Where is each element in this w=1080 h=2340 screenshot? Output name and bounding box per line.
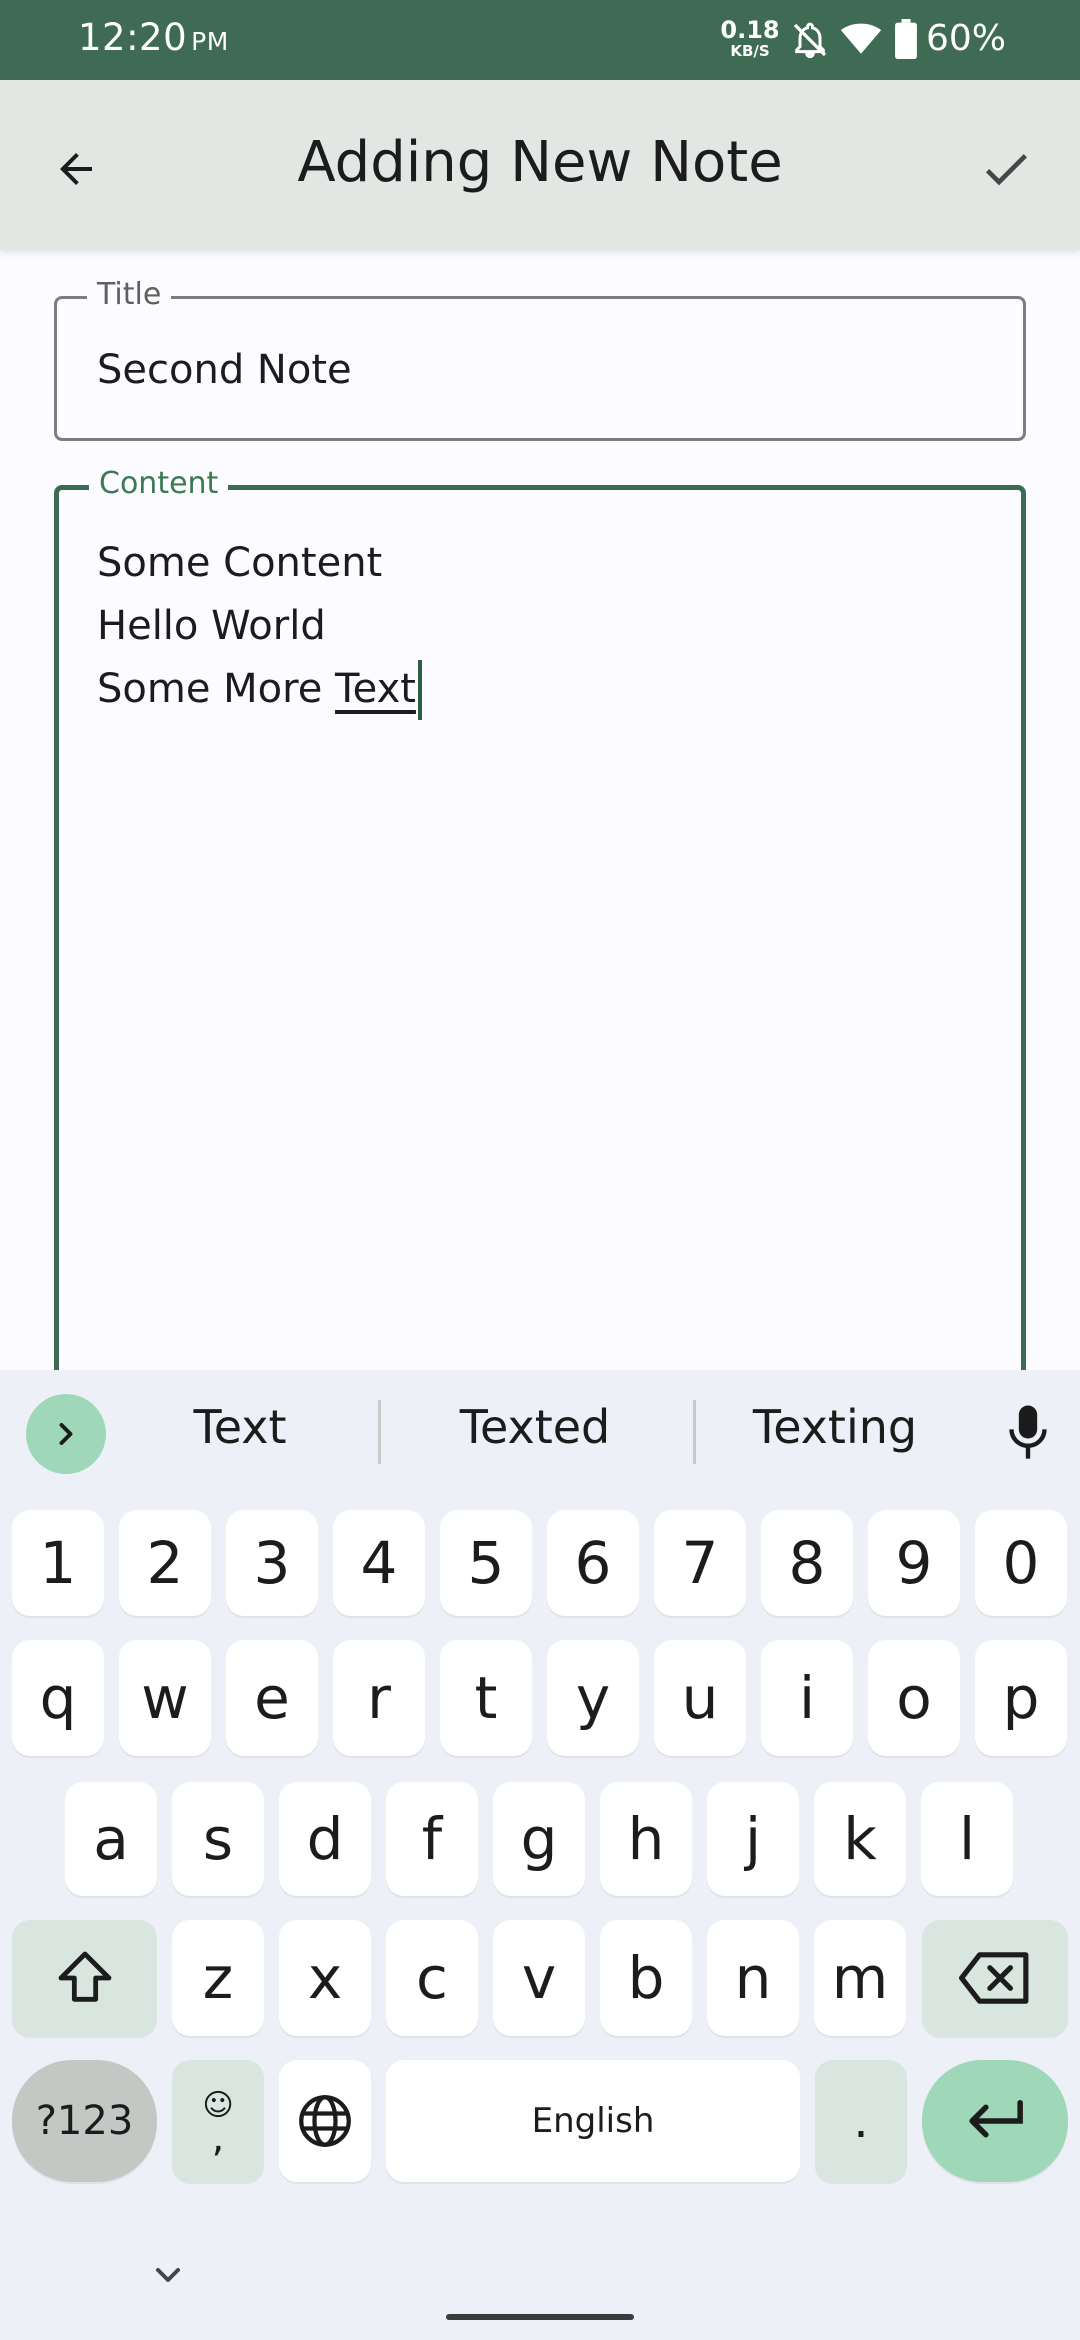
key-y[interactable]: y: [547, 1640, 639, 1756]
suggestion-2[interactable]: Texted: [400, 1400, 670, 1454]
status-time: 12:20 PM: [78, 16, 229, 59]
chevron-right-icon: [59, 1423, 73, 1445]
microphone-icon: [1009, 1405, 1047, 1459]
key-e[interactable]: e: [226, 1640, 318, 1756]
network-speed: 0.18 KB/S: [720, 18, 780, 59]
hide-keyboard-chevron-icon[interactable]: [148, 2255, 188, 2295]
title-field-value: Second Note: [97, 347, 352, 393]
arrow-left-icon: [60, 153, 92, 185]
home-gesture-bar[interactable]: [446, 2314, 634, 2320]
save-button[interactable]: [970, 133, 1042, 205]
key-d[interactable]: d: [279, 1782, 371, 1896]
title-field-label: Title: [87, 277, 172, 312]
composing-word: Text: [335, 666, 416, 712]
key-z[interactable]: z: [172, 1920, 264, 2036]
key-x[interactable]: x: [279, 1920, 371, 2036]
status-time-value: 12:20: [78, 16, 188, 59]
suggestion-divider: [693, 1400, 696, 1464]
symbols-key[interactable]: ?123: [12, 2060, 157, 2182]
key-1[interactable]: 1: [12, 1510, 104, 1616]
content-field-label: Content: [89, 466, 229, 501]
suggestion-1[interactable]: Text: [140, 1400, 340, 1454]
key-t[interactable]: t: [440, 1640, 532, 1756]
key-5[interactable]: 5: [440, 1510, 532, 1616]
text-cursor: [417, 660, 422, 720]
key-g[interactable]: g: [493, 1782, 585, 1896]
key-h[interactable]: h: [600, 1782, 692, 1896]
key-n[interactable]: n: [707, 1920, 799, 2036]
shift-key[interactable]: [12, 1920, 157, 2036]
emoji-key[interactable]: ☺ ,: [172, 2060, 264, 2182]
key-b[interactable]: b: [600, 1920, 692, 2036]
suggestion-strip: Text Texted Texting: [0, 1370, 1080, 1490]
key-8[interactable]: 8: [761, 1510, 853, 1616]
key-s[interactable]: s: [172, 1782, 264, 1896]
content-line: Hello World: [97, 603, 326, 649]
key-u[interactable]: u: [654, 1640, 746, 1756]
key-r[interactable]: r: [333, 1640, 425, 1756]
status-time-ampm: PM: [191, 27, 229, 56]
key-o[interactable]: o: [868, 1640, 960, 1756]
key-a[interactable]: a: [65, 1782, 157, 1896]
suggestion-divider: [378, 1400, 381, 1464]
key-2[interactable]: 2: [119, 1510, 211, 1616]
suggestion-3[interactable]: Texting: [730, 1400, 940, 1454]
enter-icon: [969, 2099, 1023, 2138]
page-title: Adding New Note: [297, 130, 783, 195]
key-f[interactable]: f: [386, 1782, 478, 1896]
app-bar: Adding New Note: [0, 80, 1080, 250]
shift-icon: [58, 1951, 111, 2002]
content-line: Some More Text: [97, 658, 422, 721]
key-6[interactable]: 6: [547, 1510, 639, 1616]
backspace-icon: [959, 1952, 1029, 2004]
period-key[interactable]: .: [815, 2060, 907, 2182]
key-c[interactable]: c: [386, 1920, 478, 2036]
content-line-text: Some More: [97, 666, 336, 712]
wifi-icon: [840, 23, 882, 54]
title-field[interactable]: Title Second Note: [54, 277, 1026, 441]
bell-off-icon: [793, 22, 827, 59]
key-p[interactable]: p: [975, 1640, 1067, 1756]
key-4[interactable]: 4: [333, 1510, 425, 1616]
key-j[interactable]: j: [707, 1782, 799, 1896]
network-speed-value: 0.18: [720, 16, 780, 44]
key-l[interactable]: l: [921, 1782, 1013, 1896]
key-m[interactable]: m: [814, 1920, 906, 2036]
check-icon: [985, 154, 1027, 186]
space-key[interactable]: English: [386, 2060, 800, 2182]
key-0[interactable]: 0: [975, 1510, 1067, 1616]
key-k[interactable]: k: [814, 1782, 906, 1896]
battery-icon: [895, 19, 917, 59]
comma-label: ,: [211, 2115, 225, 2161]
key-v[interactable]: v: [493, 1920, 585, 2036]
key-w[interactable]: w: [119, 1640, 211, 1756]
battery-percentage: 60%: [926, 18, 1007, 59]
network-speed-unit: KB/S: [730, 42, 770, 60]
key-9[interactable]: 9: [868, 1510, 960, 1616]
toolbar-expand-button[interactable]: [26, 1394, 106, 1474]
back-button[interactable]: [40, 133, 112, 205]
content-text[interactable]: Some Content Hello World Some More Text: [97, 532, 422, 721]
key-3[interactable]: 3: [226, 1510, 318, 1616]
backspace-key[interactable]: [922, 1920, 1068, 2036]
content-field[interactable]: Content Some Content Hello World Some Mo…: [54, 466, 1026, 1405]
key-7[interactable]: 7: [654, 1510, 746, 1616]
globe-icon: [299, 2095, 351, 2147]
key-i[interactable]: i: [761, 1640, 853, 1756]
language-key[interactable]: [279, 2060, 371, 2182]
key-q[interactable]: q: [12, 1640, 104, 1756]
content-line: Some Content: [97, 540, 383, 586]
enter-key[interactable]: [922, 2060, 1068, 2182]
status-bar: 12:20 PM 0.18 KB/S 60%: [0, 0, 1080, 80]
voice-input-button[interactable]: [1000, 1398, 1056, 1468]
